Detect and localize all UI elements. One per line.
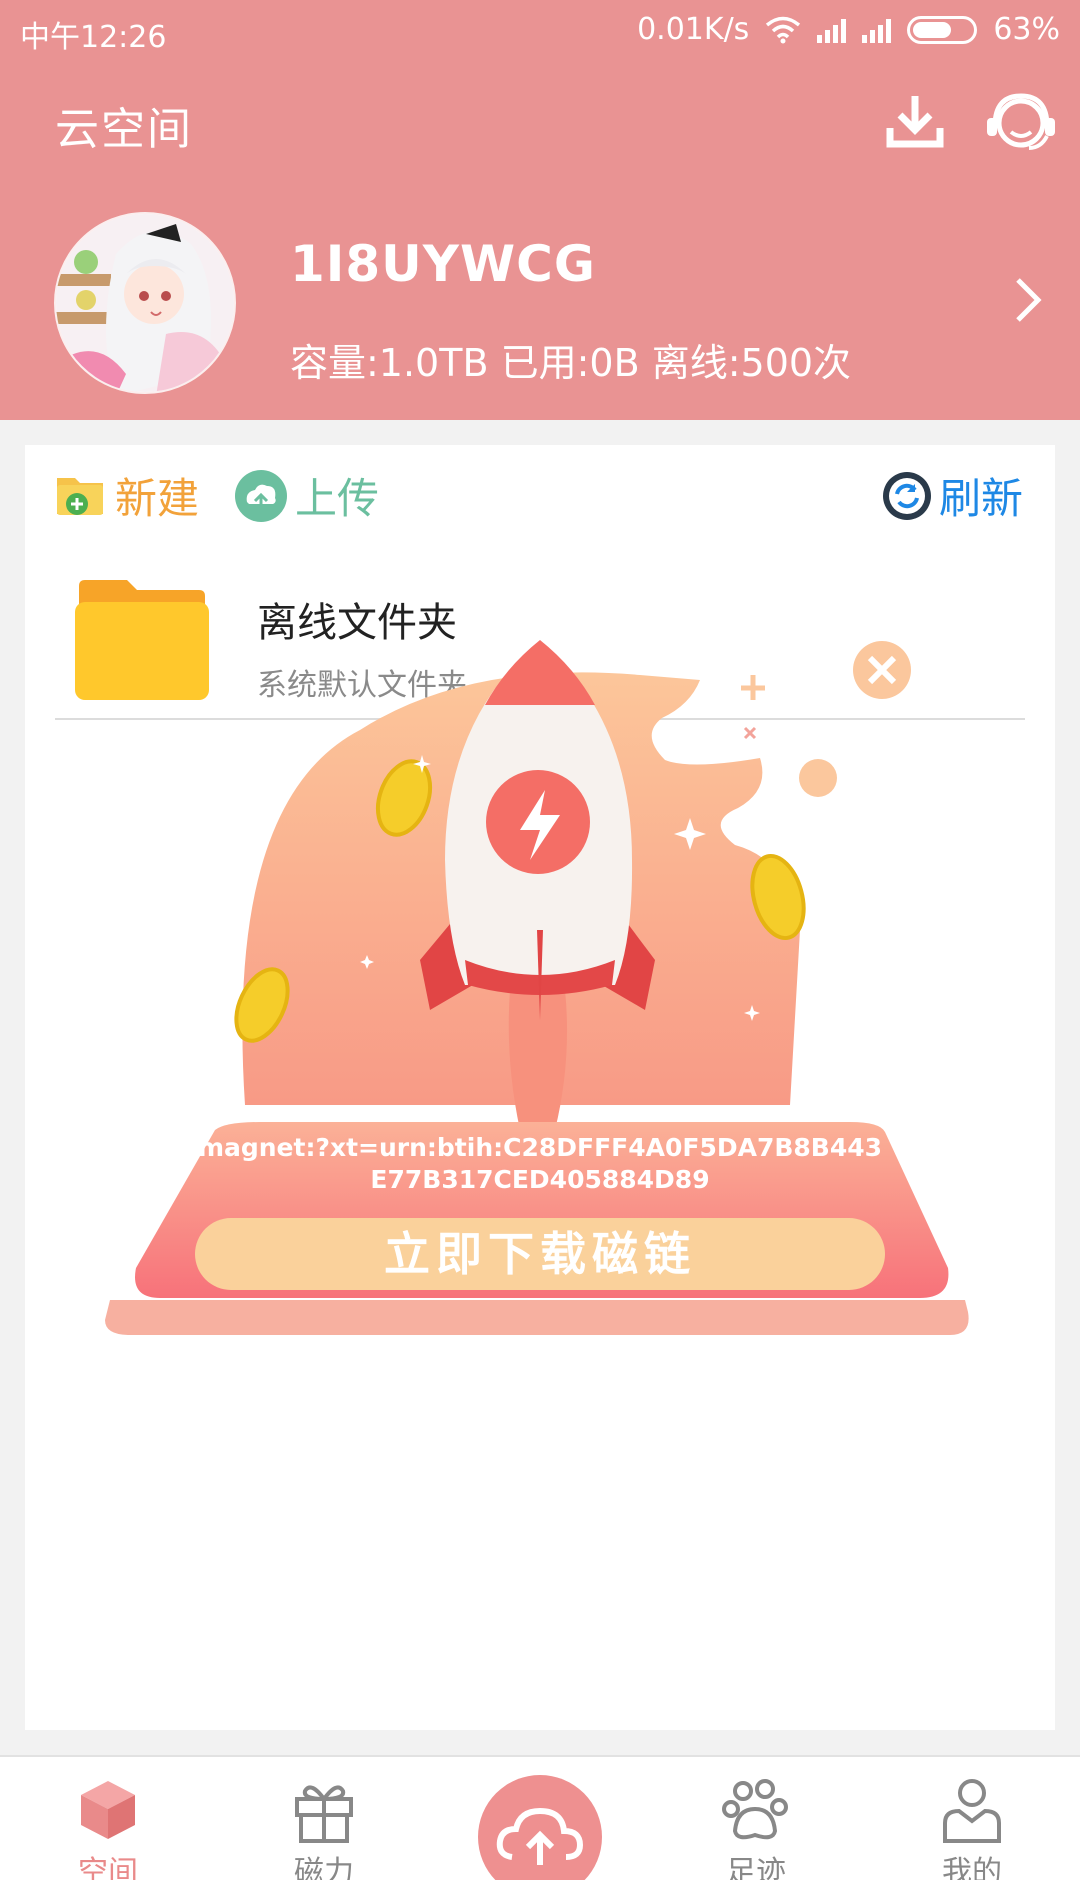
upload-fab[interactable] — [478, 1775, 602, 1880]
rocket-illustration — [105, 640, 969, 1335]
tab-mine[interactable]: 我的 — [912, 1775, 1032, 1880]
bottom-nav: 空间 磁力 足迹 我的 — [0, 1755, 1080, 1880]
paw-icon — [722, 1779, 788, 1840]
tab-footprint-label: 足迹 — [726, 1855, 786, 1880]
download-magnet-button[interactable]: 立即下载磁链 — [195, 1218, 885, 1290]
cube-icon — [81, 1781, 135, 1839]
tab-magnet-label: 磁力 — [294, 1855, 354, 1880]
tab-space[interactable]: 空间 — [48, 1775, 168, 1880]
tab-footprint[interactable]: 足迹 — [696, 1775, 816, 1880]
promo-overlay: magnet:?xt=urn:btih:C28DFFF4A0F5DA7B8B44… — [0, 0, 1080, 1880]
tab-space-label: 空间 — [78, 1855, 138, 1880]
user-icon — [943, 1779, 1001, 1843]
tab-mine-label: 我的 — [942, 1855, 1002, 1880]
cloud-upload-icon — [496, 1807, 584, 1865]
close-icon[interactable] — [852, 640, 912, 700]
gift-icon — [295, 1785, 353, 1843]
tab-magnet[interactable]: 磁力 — [264, 1775, 384, 1880]
magnet-link-text: magnet:?xt=urn:btih:C28DFFF4A0F5DA7B8B44… — [197, 1133, 883, 1194]
